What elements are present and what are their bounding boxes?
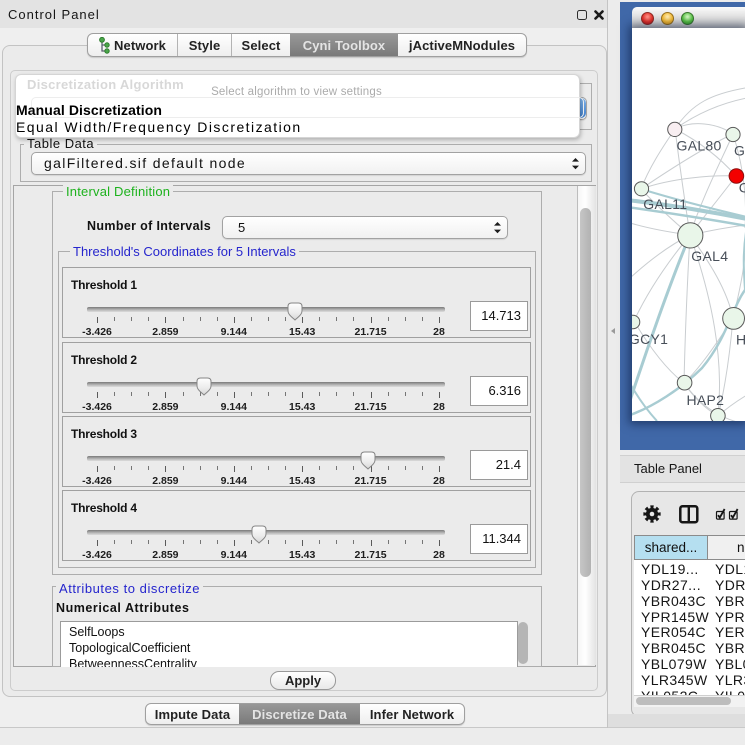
svg-text:C: C	[739, 180, 745, 196]
svg-text:GAL4: GAL4	[691, 248, 728, 264]
svg-text:GAL11: GAL11	[643, 196, 687, 212]
svg-text:GCY1: GCY1	[632, 331, 668, 347]
svg-text:GAL80: GAL80	[677, 138, 722, 154]
svg-text:H: H	[736, 332, 745, 348]
svg-text:G.: G.	[734, 143, 745, 159]
svg-text:HAP2: HAP2	[687, 392, 725, 408]
